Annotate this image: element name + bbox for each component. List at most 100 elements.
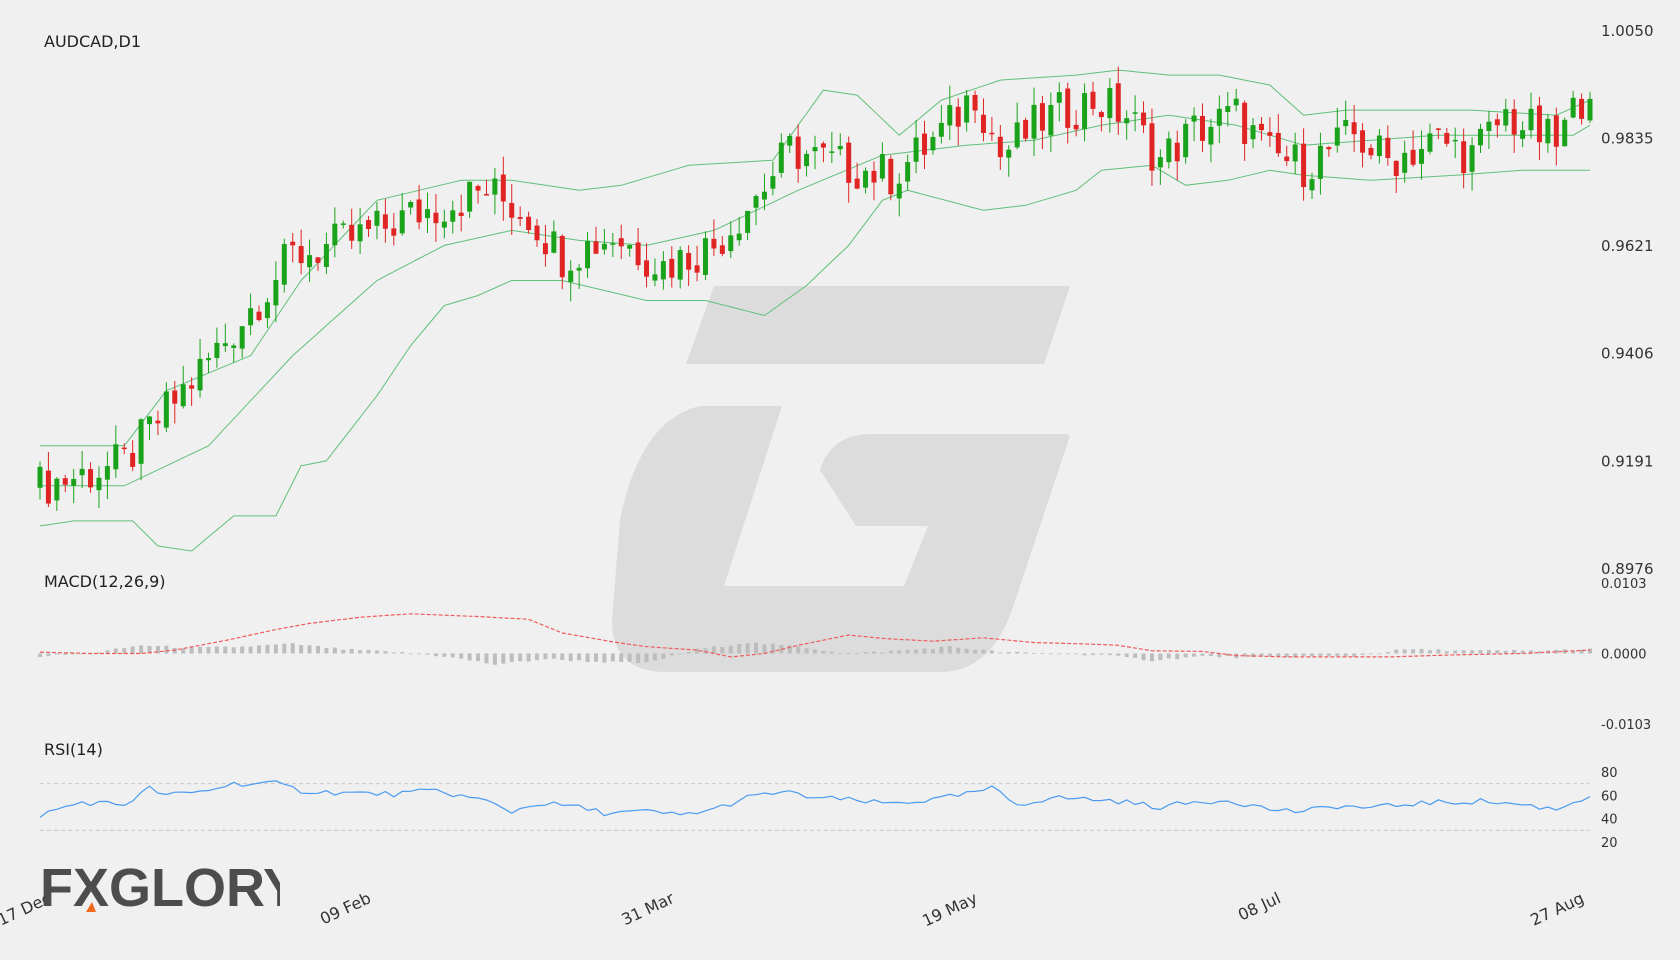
bull-candle [197,358,203,391]
bull-candle [787,136,793,146]
bull-candle [214,342,220,359]
macd-histogram-bar [206,646,211,654]
bear-candle [1149,123,1155,171]
macd-histogram-bar [214,646,219,654]
macd-histogram-bar [265,644,270,654]
bear-candle [1435,128,1441,130]
macd-histogram-bar [888,650,893,654]
macd-histogram-bar [1149,653,1154,662]
macd-histogram-bar [846,653,851,654]
bear-candle [846,142,852,183]
bull-candle [273,280,279,306]
macd-histogram-bar [189,647,194,654]
bull-candle [778,142,784,173]
bull-candle [1334,127,1340,146]
macd-histogram-bar [535,653,540,661]
macd-histogram-bar [198,646,203,654]
macd-histogram-bar [1503,650,1508,654]
bull-candle [54,478,60,501]
macd-histogram-bar [433,653,438,657]
bear-candle [669,258,675,278]
macd-histogram-bar [273,644,278,654]
macd-histogram-bar [526,653,531,662]
macd-histogram-bar [1166,653,1171,659]
bear-candle [391,228,397,236]
price-y-tick: 0.9621 [1601,237,1654,255]
macd-histogram-bar [998,652,1003,654]
bear-candle [980,114,986,133]
macd-histogram-bar [1385,652,1390,654]
bull-candle [576,267,582,271]
macd-histogram-bar [315,645,320,654]
bear-candle [854,178,860,189]
bear-candle [416,199,422,223]
bull-candle [357,224,363,242]
bull-candle [1562,119,1568,147]
macd-histogram-bar [467,653,472,661]
bear-candle [618,238,624,247]
macd-histogram-bar [1074,653,1079,655]
bull-candle [492,178,498,195]
bear-candle [1115,83,1121,122]
bull-candle [627,245,633,249]
bull-candle [1469,145,1475,172]
bear-candle [922,133,928,155]
bear-candle [62,478,68,485]
macd-histogram-bar [1107,653,1112,656]
bear-candle [1200,115,1205,141]
x-axis-date-label: 08 Jul [1235,888,1284,924]
bull-candle [585,240,591,269]
bull-candle [1216,108,1222,126]
macd-histogram-bar [400,652,405,654]
macd-y-tick: -0.0103 [1601,718,1651,733]
macd-histogram-bar [880,652,885,654]
bull-candle [79,468,85,476]
macd-histogram-bar [139,645,144,654]
bull-candle [896,183,902,199]
macd-histogram-bar [686,651,691,654]
macd-histogram-bar [1099,653,1104,655]
macd-histogram-bar [1310,653,1315,657]
macd-histogram-bar [1444,651,1449,654]
macd-histogram-bar [257,645,262,654]
bull-candle [736,233,742,241]
bull-candle [1503,109,1509,126]
bull-candle [281,244,287,285]
bear-candle [795,136,801,169]
macd-histogram-bar [501,653,506,664]
bear-candle [509,203,515,218]
bear-candle [45,470,51,504]
macd-histogram-bar [1124,653,1129,657]
macd-histogram-bar [897,650,902,654]
macd-histogram-bar [1411,649,1416,654]
macd-histogram-bar [543,653,548,660]
macd-y-tick: 0.0103 [1601,577,1647,592]
macd-histogram-bar [374,650,379,654]
macd-histogram-bar [745,643,750,654]
bull-candle [1309,179,1315,191]
macd-histogram-bar [1486,650,1491,654]
rsi-y-tick: 60 [1601,789,1618,804]
macd-histogram-bar [1427,650,1432,654]
bear-candle [1511,109,1517,135]
macd-histogram-bar [728,645,733,654]
macd-histogram-bar [947,645,952,654]
bull-candle [837,145,843,150]
macd-histogram-bar [1192,653,1197,657]
bear-candle [1023,119,1029,139]
macd-histogram-bar [1377,653,1382,655]
bear-candle [1326,147,1332,150]
bull-candle [1402,152,1408,173]
macd-histogram-bar [38,653,42,657]
macd-histogram-bar [964,648,969,654]
macd-histogram-bar [1495,650,1500,654]
bull-candle [1587,98,1593,121]
bull-candle [1477,128,1483,146]
macd-histogram-bar [383,651,388,654]
macd-histogram-bar [408,653,413,655]
macd-histogram-bar [1116,653,1121,656]
macd-histogram-bar [1326,653,1331,656]
bear-candle [349,224,355,241]
macd-histogram-bar [804,648,809,654]
macd-histogram-bar [939,646,944,654]
